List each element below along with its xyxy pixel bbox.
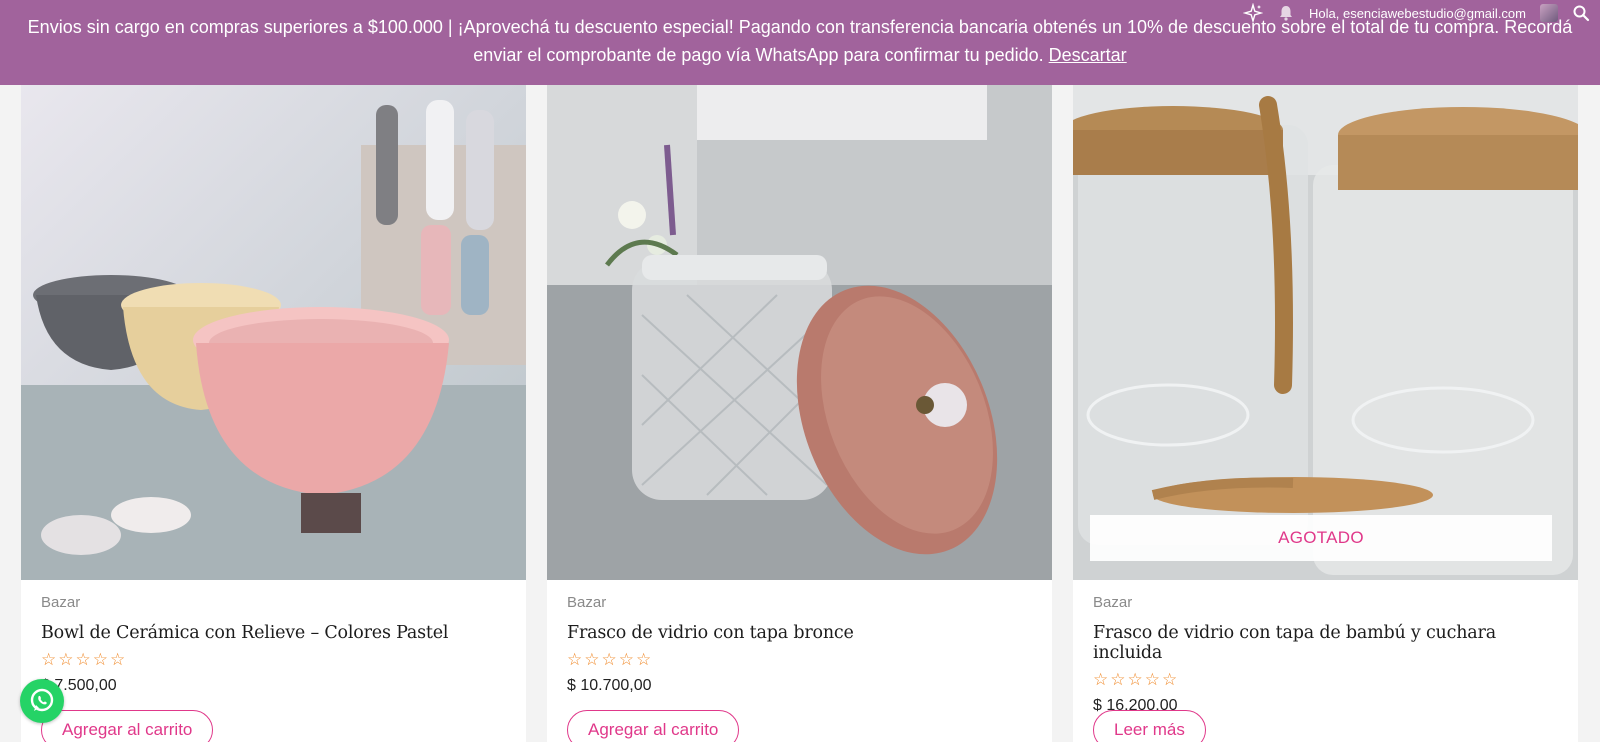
- product-title[interactable]: Frasco de vidrio con tapa de bambú y cuc…: [1093, 623, 1558, 663]
- star-icon: ☆: [58, 650, 74, 669]
- star-icon: ☆: [1144, 670, 1160, 689]
- product-image-bamboo-jars[interactable]: AGOTADO: [1073, 85, 1578, 580]
- product-price: $ 10.700,00: [567, 677, 652, 694]
- search-icon[interactable]: [1572, 4, 1590, 22]
- product-card: Bazar Bowl de Cerámica con Relieve – Col…: [21, 85, 526, 742]
- product-category[interactable]: Bazar: [1093, 594, 1558, 611]
- star-icon: ☆: [41, 650, 57, 669]
- star-icon: ☆: [618, 650, 634, 669]
- whatsapp-icon: [30, 688, 54, 712]
- product-info: Bazar Bowl de Cerámica con Relieve – Col…: [41, 594, 506, 695]
- star-icon: ☆: [1110, 670, 1126, 689]
- star-icon: ☆: [92, 650, 108, 669]
- bell-icon[interactable]: [1277, 4, 1295, 22]
- product-category[interactable]: Bazar: [567, 594, 1032, 611]
- read-more-button[interactable]: Leer más: [1093, 710, 1206, 742]
- product-grid: Bazar Bowl de Cerámica con Relieve – Col…: [21, 85, 1579, 742]
- star-icon: ☆: [110, 650, 126, 669]
- product-category[interactable]: Bazar: [41, 594, 506, 611]
- rating-stars: ☆ ☆ ☆ ☆ ☆: [1093, 671, 1558, 689]
- star-icon: ☆: [75, 650, 91, 669]
- sold-out-badge: AGOTADO: [1090, 515, 1552, 561]
- star-icon: ☆: [1162, 670, 1178, 689]
- whatsapp-button[interactable]: [20, 679, 64, 723]
- product-card: AGOTADO Bazar Frasco de vidrio con tapa …: [1073, 85, 1578, 742]
- star-icon: ☆: [636, 650, 652, 669]
- star-icon: ☆: [601, 650, 617, 669]
- product-title[interactable]: Bowl de Cerámica con Relieve – Colores P…: [41, 623, 506, 643]
- add-to-cart-button[interactable]: Agregar al carrito: [567, 710, 740, 742]
- star-icon: ☆: [1127, 670, 1143, 689]
- rating-stars: ☆ ☆ ☆ ☆ ☆: [41, 651, 506, 669]
- sparkle-icon[interactable]: [1243, 3, 1264, 23]
- star-icon: ☆: [567, 650, 583, 669]
- product-price: $ 7.500,00: [41, 677, 117, 694]
- avatar[interactable]: [1540, 4, 1558, 22]
- product-image-bowls[interactable]: [21, 85, 526, 580]
- star-icon: ☆: [1093, 670, 1109, 689]
- product-info: Bazar Frasco de vidrio con tapa bronce ☆…: [567, 594, 1032, 695]
- dismiss-notice-link[interactable]: Descartar: [1049, 45, 1127, 65]
- add-to-cart-button[interactable]: Agregar al carrito: [41, 710, 214, 742]
- admin-bar: Hola, esenciawebestudio@gmail.com: [1243, 0, 1600, 26]
- product-title[interactable]: Frasco de vidrio con tapa bronce: [567, 623, 1032, 643]
- product-card: Bazar Frasco de vidrio con tapa bronce ☆…: [547, 85, 1052, 742]
- rating-stars: ☆ ☆ ☆ ☆ ☆: [567, 651, 1032, 669]
- product-image-bronze-jar[interactable]: [547, 85, 1052, 580]
- star-icon: ☆: [584, 650, 600, 669]
- product-info: Bazar Frasco de vidrio con tapa de bambú…: [1093, 594, 1558, 715]
- greeting-text[interactable]: Hola, esenciawebestudio@gmail.com: [1309, 6, 1526, 21]
